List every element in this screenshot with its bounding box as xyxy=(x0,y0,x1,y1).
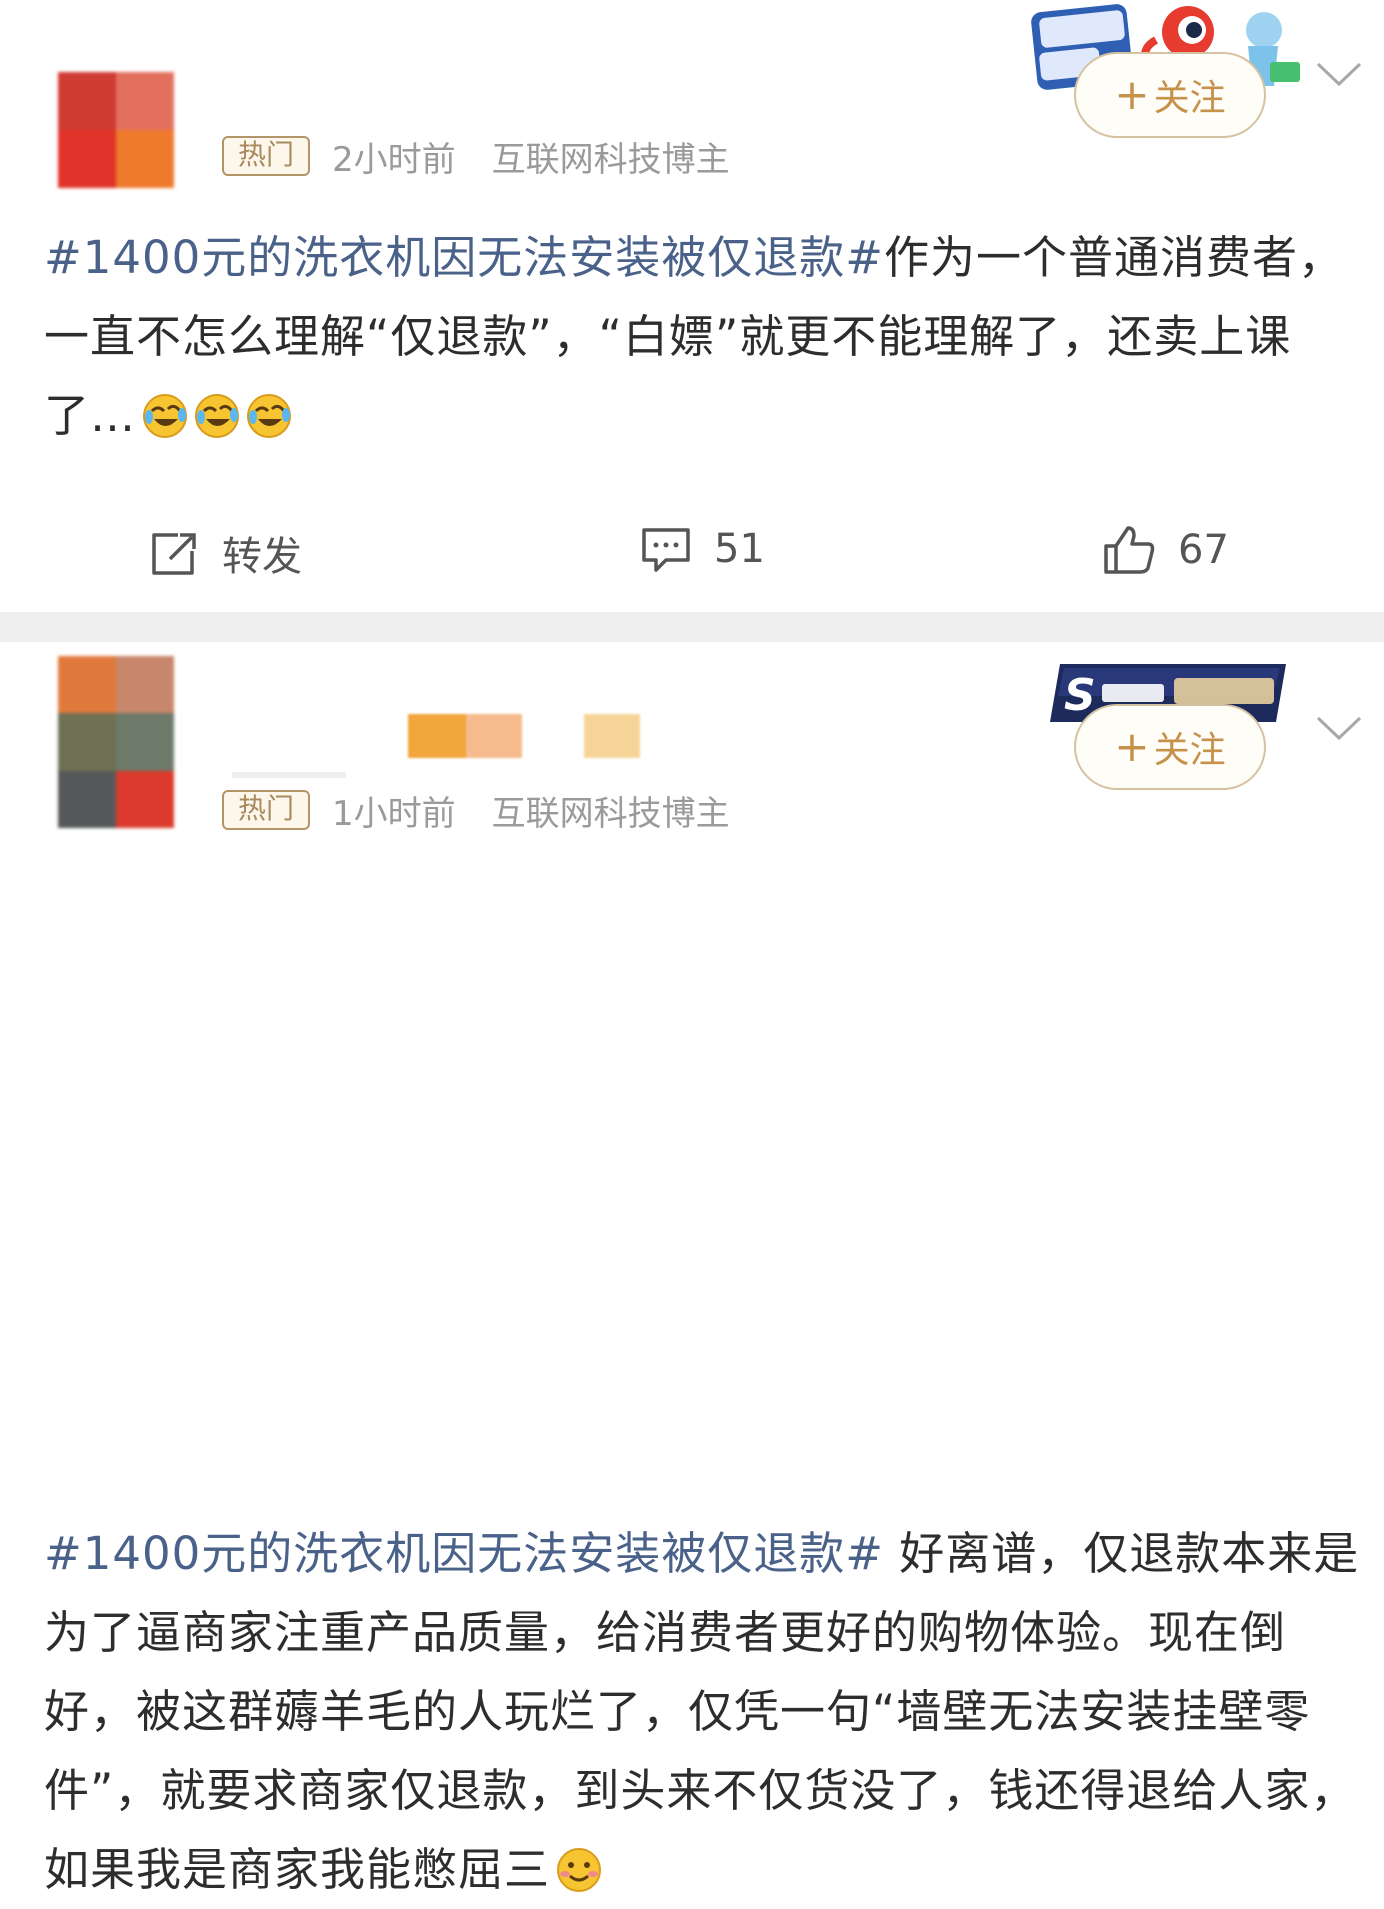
follow-label: 关注 xyxy=(1153,730,1226,771)
follow-label: 关注 xyxy=(1153,78,1226,119)
follow-button[interactable]: + 关注 xyxy=(1074,704,1266,790)
repost-label: 转发 xyxy=(222,534,302,580)
username-underline xyxy=(232,772,346,778)
post-time: 2小时前 xyxy=(332,139,456,180)
post-text: #1400元的洗衣机因无法安装被仅退款# 好离谱，仅退款本来是为了逼商家注重产品… xyxy=(44,1514,1364,1909)
plus-icon: + xyxy=(1114,722,1150,771)
chevron-down-icon[interactable] xyxy=(1314,58,1364,88)
avatar[interactable] xyxy=(58,656,174,828)
plus-icon: + xyxy=(1114,70,1150,119)
comment-icon xyxy=(642,528,690,572)
topic-link[interactable]: #1400元的洗衣机因无法安装被仅退款# xyxy=(44,1527,884,1580)
follow-button[interactable]: + 关注 xyxy=(1074,52,1266,138)
post-meta: 热门 1小时前 互联网科技博主 xyxy=(222,788,730,834)
chevron-down-icon[interactable] xyxy=(1314,712,1364,742)
repost-icon xyxy=(152,533,196,575)
comment-button[interactable]: 51 xyxy=(640,524,765,574)
hot-badge: 热门 xyxy=(222,136,311,176)
post-time: 1小时前 xyxy=(332,793,456,834)
post-text: #1400元的洗衣机因无法安装被仅退款#作为一个普通消费者，一直不怎么理解“仅退… xyxy=(44,218,1356,455)
post-separator xyxy=(0,612,1384,642)
laugh-cry-emoji-icon xyxy=(143,394,188,438)
laugh-cry-emoji-icon xyxy=(247,394,292,438)
username-redacted[interactable] xyxy=(408,714,640,758)
smirk-emoji-icon xyxy=(557,1848,602,1892)
post-meta: 热门 2小时前 互联网科技博主 xyxy=(222,134,730,180)
laugh-cry-emoji-icon xyxy=(195,394,240,438)
feed-post-1: 热门 2小时前 互联网科技博主 + 关注 #1400元的洗衣机因无法安装被仅退款… xyxy=(0,0,1384,612)
author-category: 互联网科技博主 xyxy=(491,139,730,180)
thumbs-up-icon xyxy=(1104,526,1155,574)
feed-post-2: S 热门 1小时前 互联网科技博主 + 关注 #1400元的洗衣机因无法安装被仅… xyxy=(0,642,1384,1896)
post-actions: 转发 51 67 xyxy=(0,508,1384,588)
post-body: 好离谱，仅退款本来是为了逼商家注重产品质量，给消费者更好的购物体验。现在倒好，被… xyxy=(44,1527,1360,1896)
avatar[interactable] xyxy=(58,72,174,188)
like-count: 67 xyxy=(1178,527,1229,573)
repost-button[interactable]: 转发 xyxy=(148,524,302,582)
author-category: 互联网科技博主 xyxy=(491,793,730,834)
hot-badge: 热门 xyxy=(222,790,311,830)
like-button[interactable]: 67 xyxy=(1102,524,1229,576)
comment-count: 51 xyxy=(714,526,765,572)
topic-link[interactable]: #1400元的洗衣机因无法安装被仅退款# xyxy=(44,231,884,284)
